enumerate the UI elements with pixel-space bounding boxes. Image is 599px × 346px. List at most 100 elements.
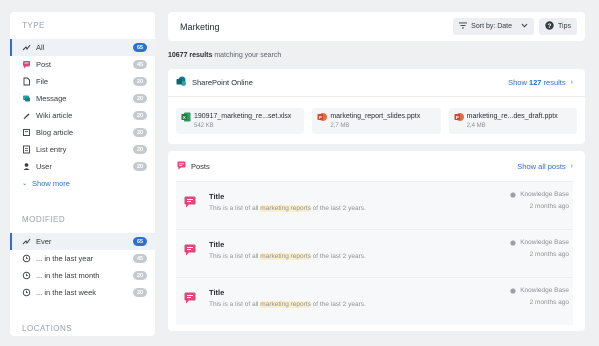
search-header: Marketing Sort by: Date ? Tips (168, 12, 585, 41)
filter-type-wiki[interactable]: Wiki article 20 (10, 107, 155, 124)
filter-modified-last-year[interactable]: ... in the last year 45 (10, 250, 155, 267)
list-icon (22, 145, 31, 154)
file-icon (22, 77, 31, 86)
filter-label: File (36, 77, 49, 86)
show-all-posts-link[interactable]: Show all posts › (517, 162, 573, 171)
filter-label: Ever (36, 237, 52, 246)
filter-label: List entry (36, 145, 67, 154)
sharepoint-results-card: SharePoint Online Show 127 results › X 1… (168, 69, 585, 144)
chevron-down-icon (521, 23, 528, 30)
count-badge: 45 (133, 60, 147, 69)
powerpoint-icon: P (317, 113, 328, 121)
filter-modified-ever[interactable]: Ever 65 (10, 233, 155, 250)
clock-icon (22, 254, 31, 263)
show-sharepoint-results-link[interactable]: Show 127 results › (508, 78, 573, 87)
sort-label: Sort by: Date (471, 23, 513, 30)
post-description: This is a list of all marketing reports … (209, 253, 503, 260)
sharepoint-title: SharePoint Online (192, 78, 253, 87)
chevron-down-icon: ⌄ (22, 181, 28, 187)
locations-section-title: LOCATIONS (22, 324, 73, 333)
clock-icon (22, 271, 31, 280)
count-badge: 20 (133, 271, 147, 280)
filter-type-post[interactable]: Post 45 (10, 56, 155, 73)
search-highlight: marketing reports (260, 301, 311, 308)
show-more-label: Show more (32, 179, 70, 188)
posts-title: Posts (191, 161, 210, 171)
page-title: Marketing (180, 21, 220, 32)
source-label: Knowledge Base (520, 191, 569, 198)
show-all-posts-label: Show all posts (517, 161, 566, 171)
post-description: This is a list of all marketing reports … (209, 205, 503, 212)
post-source: Knowledge Base (503, 239, 569, 246)
file-card[interactable]: X 190917_marketing_re...set.xlsx 542 KB (176, 108, 305, 134)
post-description: This is a list of all marketing reports … (209, 301, 503, 308)
count-badge: 20 (133, 111, 147, 120)
user-icon (22, 162, 31, 171)
message-icon (22, 94, 31, 103)
post-source: Knowledge Base (503, 191, 569, 198)
help-icon: ? (545, 21, 554, 32)
show-count: 127 (528, 78, 542, 87)
count-badge: 20 (133, 288, 147, 297)
knowledge-base-icon (510, 239, 516, 246)
show-more-button[interactable]: ⌄ Show more (10, 175, 155, 192)
search-highlight: marketing reports (260, 205, 311, 212)
file-card[interactable]: P marketing_report_slides.pptx 2,7 MB (312, 108, 441, 134)
excel-icon: X (181, 112, 191, 122)
blog-icon (22, 128, 31, 137)
count-badge: 20 (133, 162, 147, 171)
knowledge-base-icon (510, 287, 516, 294)
post-icon (184, 244, 196, 256)
desc-text: of the last 2 years. (310, 301, 366, 308)
chevron-right-icon: › (570, 79, 573, 86)
filter-modified-last-week[interactable]: ... in the last week 20 (10, 284, 155, 301)
filter-type-user[interactable]: User 20 (10, 158, 155, 175)
filter-type-message[interactable]: Message 20 (10, 90, 155, 107)
post-result-item[interactable]: Title This is a list of all marketing re… (176, 277, 573, 325)
file-name: marketing_re...des_draft.pptx (466, 113, 558, 120)
show-prefix: Show (508, 78, 529, 87)
post-result-item[interactable]: Title This is a list of all marketing re… (176, 229, 573, 277)
count-badge: 65 (133, 43, 147, 52)
filter-label: ... in the last week (36, 288, 97, 297)
filter-label: Post (36, 60, 52, 69)
filter-label: User (36, 162, 52, 171)
sharepoint-icon (176, 74, 187, 92)
post-source: Knowledge Base (503, 287, 569, 294)
file-size: 2,4 MB (466, 123, 486, 129)
tips-label: Tips (558, 23, 571, 30)
post-result-item[interactable]: Title This is a list of all marketing re… (176, 181, 573, 229)
filter-label: Wiki article (36, 111, 73, 120)
results-summary: 10677 results matching your search (168, 52, 281, 59)
filter-type-file[interactable]: File 20 (10, 73, 155, 90)
desc-text: This is a list of all (209, 301, 261, 308)
sort-dropdown[interactable]: Sort by: Date (453, 18, 535, 35)
post-time: 2 months ago (529, 251, 569, 258)
filter-type-list[interactable]: List entry 20 (10, 141, 155, 158)
count-badge: 20 (133, 128, 147, 137)
chevron-right-icon: › (570, 162, 573, 170)
filter-type-blog[interactable]: Blog article 20 (10, 124, 155, 141)
count-badge: 65 (133, 237, 147, 246)
file-size: 2,7 MB (330, 123, 350, 129)
show-suffix: results (541, 78, 566, 87)
post-title: Title (209, 192, 225, 201)
count-badge: 20 (133, 77, 147, 86)
wiki-icon (22, 111, 31, 120)
filter-label: ... in the last year (36, 254, 94, 263)
svg-text:?: ? (548, 23, 552, 30)
filter-type-all[interactable]: All 65 (10, 39, 155, 56)
count-badge: 45 (133, 254, 147, 263)
file-size: 542 KB (194, 123, 214, 129)
file-name: marketing_report_slides.pptx (330, 113, 421, 120)
post-time: 2 months ago (529, 299, 569, 306)
tips-button[interactable]: ? Tips (539, 18, 577, 35)
filter-modified-last-month[interactable]: ... in the last month 20 (10, 267, 155, 284)
post-icon (22, 60, 31, 69)
file-card[interactable]: P marketing_re...des_draft.pptx 2,4 MB (448, 108, 577, 134)
file-name: 190917_marketing_re...set.xlsx (194, 113, 292, 120)
knowledge-base-icon (510, 191, 516, 198)
desc-text: of the last 2 years. (310, 253, 366, 260)
type-section-title: TYPE (22, 21, 45, 30)
filter-sidebar: TYPE All 65 Post 45 File 20 Message 20 W… (10, 12, 155, 336)
